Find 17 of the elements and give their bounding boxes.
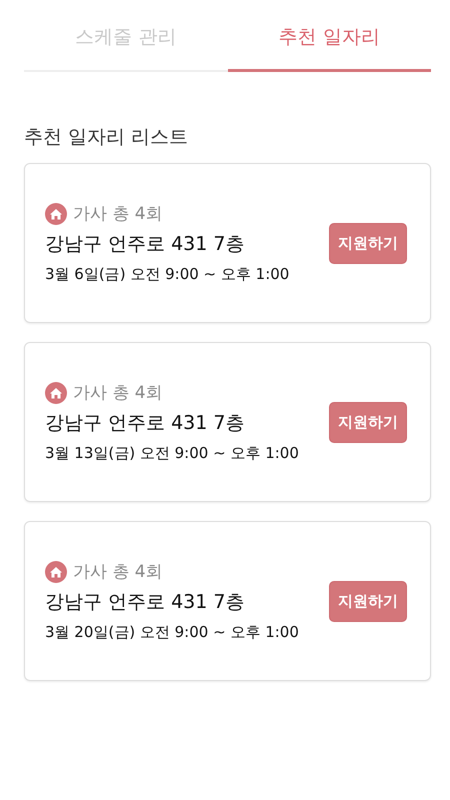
job-address: 강남구 언주로 431 7층 (45, 232, 246, 257)
apply-button[interactable]: 지원하기 (329, 222, 407, 264)
section-title: 추천 일자리 리스트 (24, 125, 190, 150)
tab[interactable]: 추천 일자리 (228, 0, 431, 72)
job-schedule: 3월 6일(금) 오전 9:00 ~ 오후 1:00 (45, 265, 290, 284)
house-icon (45, 202, 67, 224)
job-address: 강남구 언주로 431 7층 (45, 590, 246, 615)
job-address: 강남구 언주로 431 7층 (45, 411, 246, 436)
job-category: 가사 총 4회 (73, 382, 163, 404)
apply-button[interactable]: 지원하기 (329, 580, 407, 622)
house-icon (45, 560, 67, 582)
job-category: 가사 총 4회 (73, 561, 163, 583)
job-category: 가사 총 4회 (73, 203, 163, 225)
apply-button[interactable]: 지원하기 (329, 402, 407, 442)
job-schedule: 3월 13일(금) 오전 9:00 ~ 오후 1:00 (45, 444, 299, 463)
job-schedule: 3월 20일(금) 오전 9:00 ~ 오후 1:00 (45, 623, 299, 642)
house-icon (45, 382, 67, 404)
